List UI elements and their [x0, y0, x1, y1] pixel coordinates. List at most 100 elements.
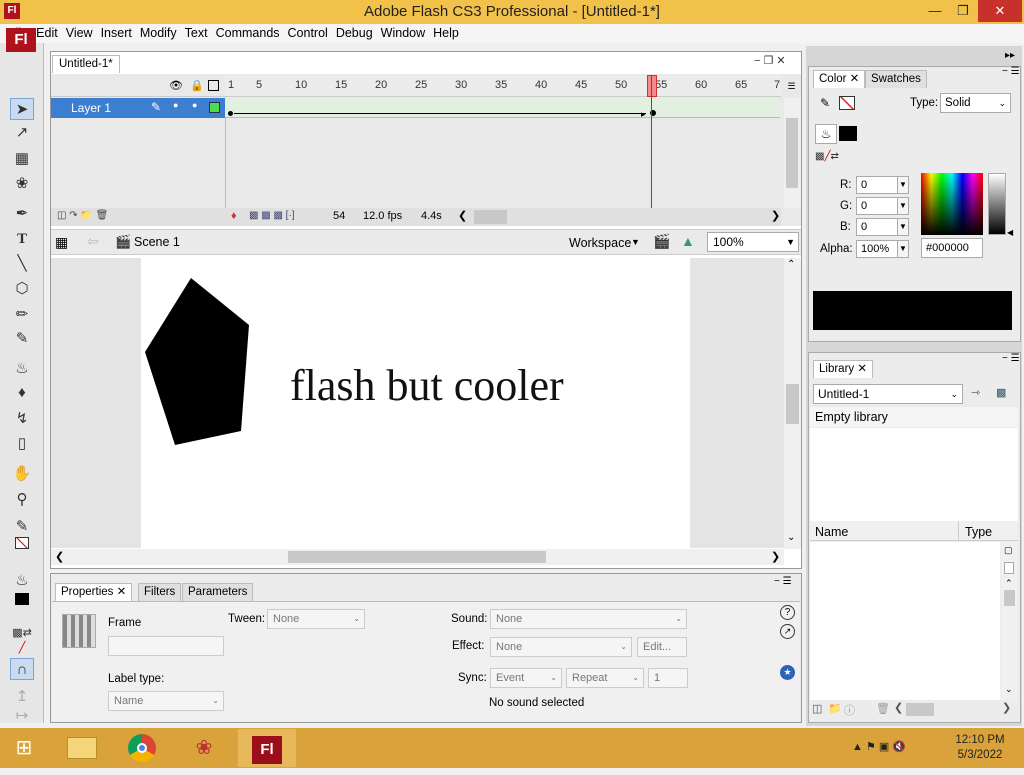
paint-bucket-tool-icon[interactable]: ♦: [10, 382, 34, 404]
minimize-button[interactable]: —: [920, 0, 950, 22]
lock-icon[interactable]: 🔒: [190, 79, 204, 92]
tab-library[interactable]: Library ✕: [813, 360, 873, 378]
menu-commands[interactable]: Commands: [208, 24, 280, 42]
column-type[interactable]: Type: [965, 525, 992, 539]
chrome-icon[interactable]: [118, 729, 166, 767]
scroll-left-icon[interactable]: ❮: [894, 701, 903, 714]
scene-name[interactable]: Scene 1: [134, 235, 180, 249]
center-frame-icon[interactable]: ♦: [231, 210, 237, 222]
menu-control[interactable]: Control: [280, 24, 328, 42]
pin-library-icon[interactable]: ⇾: [971, 386, 980, 399]
menu-view[interactable]: View: [58, 24, 93, 42]
brightness-slider[interactable]: [988, 173, 1006, 235]
zoom-tool-icon[interactable]: ⚲: [10, 489, 34, 511]
layer-name[interactable]: Layer 1: [71, 101, 111, 115]
properties-icon[interactable]: ⓘ: [844, 702, 855, 718]
alpha-dropdown[interactable]: ▼: [897, 240, 909, 258]
fill-swatch-icon[interactable]: [10, 590, 34, 612]
smooth-icon[interactable]: ↥: [10, 686, 34, 708]
doc-window-controls[interactable]: − ❐ ✕: [754, 54, 786, 67]
tab-swatches[interactable]: Swatches: [865, 70, 927, 88]
narrow-view-icon[interactable]: [1004, 562, 1014, 574]
snap-magnet-icon[interactable]: ∩: [10, 658, 34, 680]
tab-parameters[interactable]: Parameters: [182, 583, 254, 601]
panel-controls[interactable]: − ☰: [1002, 66, 1020, 77]
frame-label-input[interactable]: [108, 636, 224, 656]
tween-select[interactable]: None ⌄: [267, 609, 365, 629]
menu-window[interactable]: Window: [373, 24, 425, 42]
edit-button[interactable]: Edit...: [637, 637, 687, 657]
eraser-tool-icon[interactable]: ▯: [10, 433, 34, 455]
flash-taskbar-button[interactable]: Fl: [238, 729, 296, 767]
eye-icon[interactable]: 👁: [169, 79, 183, 92]
scroll-up-icon[interactable]: ⌃: [787, 259, 795, 270]
sound-select[interactable]: None ⌄: [490, 609, 687, 629]
wide-view-icon[interactable]: ▢: [1004, 545, 1013, 556]
green-input[interactable]: 0: [856, 197, 898, 215]
lock-dot-icon[interactable]: ●: [192, 100, 197, 110]
back-arrow-icon[interactable]: ⇦: [87, 233, 99, 250]
document-tab[interactable]: Untitled-1*: [52, 55, 120, 73]
brush-tool-icon[interactable]: ✎: [10, 328, 34, 350]
green-dropdown[interactable]: ▼: [897, 197, 909, 215]
panel-controls[interactable]: − ☰: [774, 576, 792, 587]
straighten-icon[interactable]: ↦: [10, 708, 34, 723]
stage-text[interactable]: flash but cooler: [290, 360, 564, 411]
hand-tool-icon[interactable]: ✋: [10, 463, 34, 485]
pen-tool-icon[interactable]: ✒: [10, 203, 34, 225]
free-transform-tool-icon[interactable]: ▦: [10, 148, 34, 170]
scroll-thumb[interactable]: [1004, 590, 1015, 606]
library-document-select[interactable]: Untitled-1 ⌄: [813, 384, 963, 404]
menu-help[interactable]: Help: [425, 24, 459, 42]
frame-strip[interactable]: [225, 98, 780, 118]
stroke-color-swatch[interactable]: [839, 96, 855, 110]
delete-icon[interactable]: 🗑: [876, 702, 890, 715]
column-name[interactable]: Name: [815, 525, 848, 539]
pencil-tool-icon[interactable]: ✏: [10, 304, 34, 326]
zoom-select[interactable]: 100% ▼: [707, 232, 799, 252]
tray-icons[interactable]: ▲ ⚑ ▣ 🔇: [852, 740, 906, 753]
type-select[interactable]: Solid ⌄: [940, 93, 1011, 113]
file-explorer-icon[interactable]: [58, 729, 106, 767]
label-type-select[interactable]: Name ⌄: [108, 691, 224, 711]
lasso-tool-icon[interactable]: ❀: [10, 173, 34, 195]
stage-vscroll[interactable]: ⌃ ⌄: [784, 258, 801, 549]
chevron-down-icon[interactable]: ▼: [631, 237, 640, 247]
scroll-thumb[interactable]: [906, 703, 934, 716]
layer-row[interactable]: Layer 1 ✎ ● ●: [51, 98, 225, 118]
visibility-dot-icon[interactable]: ●: [173, 100, 178, 110]
close-button[interactable]: ✕: [978, 0, 1022, 22]
scroll-up-icon[interactable]: ⌃: [1005, 578, 1013, 589]
sync-select[interactable]: Event ⌄: [490, 668, 562, 688]
blue-dropdown[interactable]: ▼: [897, 218, 909, 236]
fill-bucket-icon[interactable]: ♨: [815, 124, 837, 144]
polygon-tool-icon[interactable]: ⬡: [10, 278, 34, 300]
no-color-icon[interactable]: ╱: [10, 637, 34, 659]
timeline-menu-icon[interactable]: ☰: [782, 75, 801, 97]
edit-scene-icon[interactable]: 🎬: [653, 233, 670, 250]
red-dropdown[interactable]: ▼: [897, 176, 909, 194]
scroll-thumb[interactable]: [786, 118, 798, 188]
layer-outline-color[interactable]: [209, 102, 220, 113]
tab-color[interactable]: Color ✕: [813, 70, 866, 88]
red-input[interactable]: 0: [856, 176, 898, 194]
restore-button[interactable]: ❐: [948, 0, 978, 22]
repeat-count-input[interactable]: 1: [648, 668, 688, 688]
scroll-right-icon[interactable]: ❯: [771, 550, 780, 563]
tab-properties[interactable]: Properties ✕: [55, 583, 133, 601]
scroll-left-icon[interactable]: ❮: [55, 550, 64, 563]
menu-insert[interactable]: Insert: [93, 24, 132, 42]
keyframe-start[interactable]: [228, 111, 233, 116]
text-tool-icon[interactable]: T: [10, 228, 34, 250]
start-button[interactable]: ⊞: [0, 729, 48, 767]
menu-debug[interactable]: Debug: [328, 24, 373, 42]
outline-icon[interactable]: [208, 80, 219, 91]
new-library-icon[interactable]: ▩: [996, 386, 1006, 399]
workspace-menu[interactable]: Workspace: [569, 236, 631, 250]
system-clock[interactable]: 12:10 PM 5/3/2022: [940, 733, 1020, 763]
eyedropper-tool-icon[interactable]: ↯: [10, 408, 34, 430]
timeline-toggle-icon[interactable]: ▦: [55, 234, 68, 251]
library-vscroll[interactable]: ▢ ⌃ ⌄: [1001, 542, 1018, 700]
scroll-thumb[interactable]: [288, 551, 546, 563]
stroke-swatch-icon[interactable]: [10, 534, 34, 556]
